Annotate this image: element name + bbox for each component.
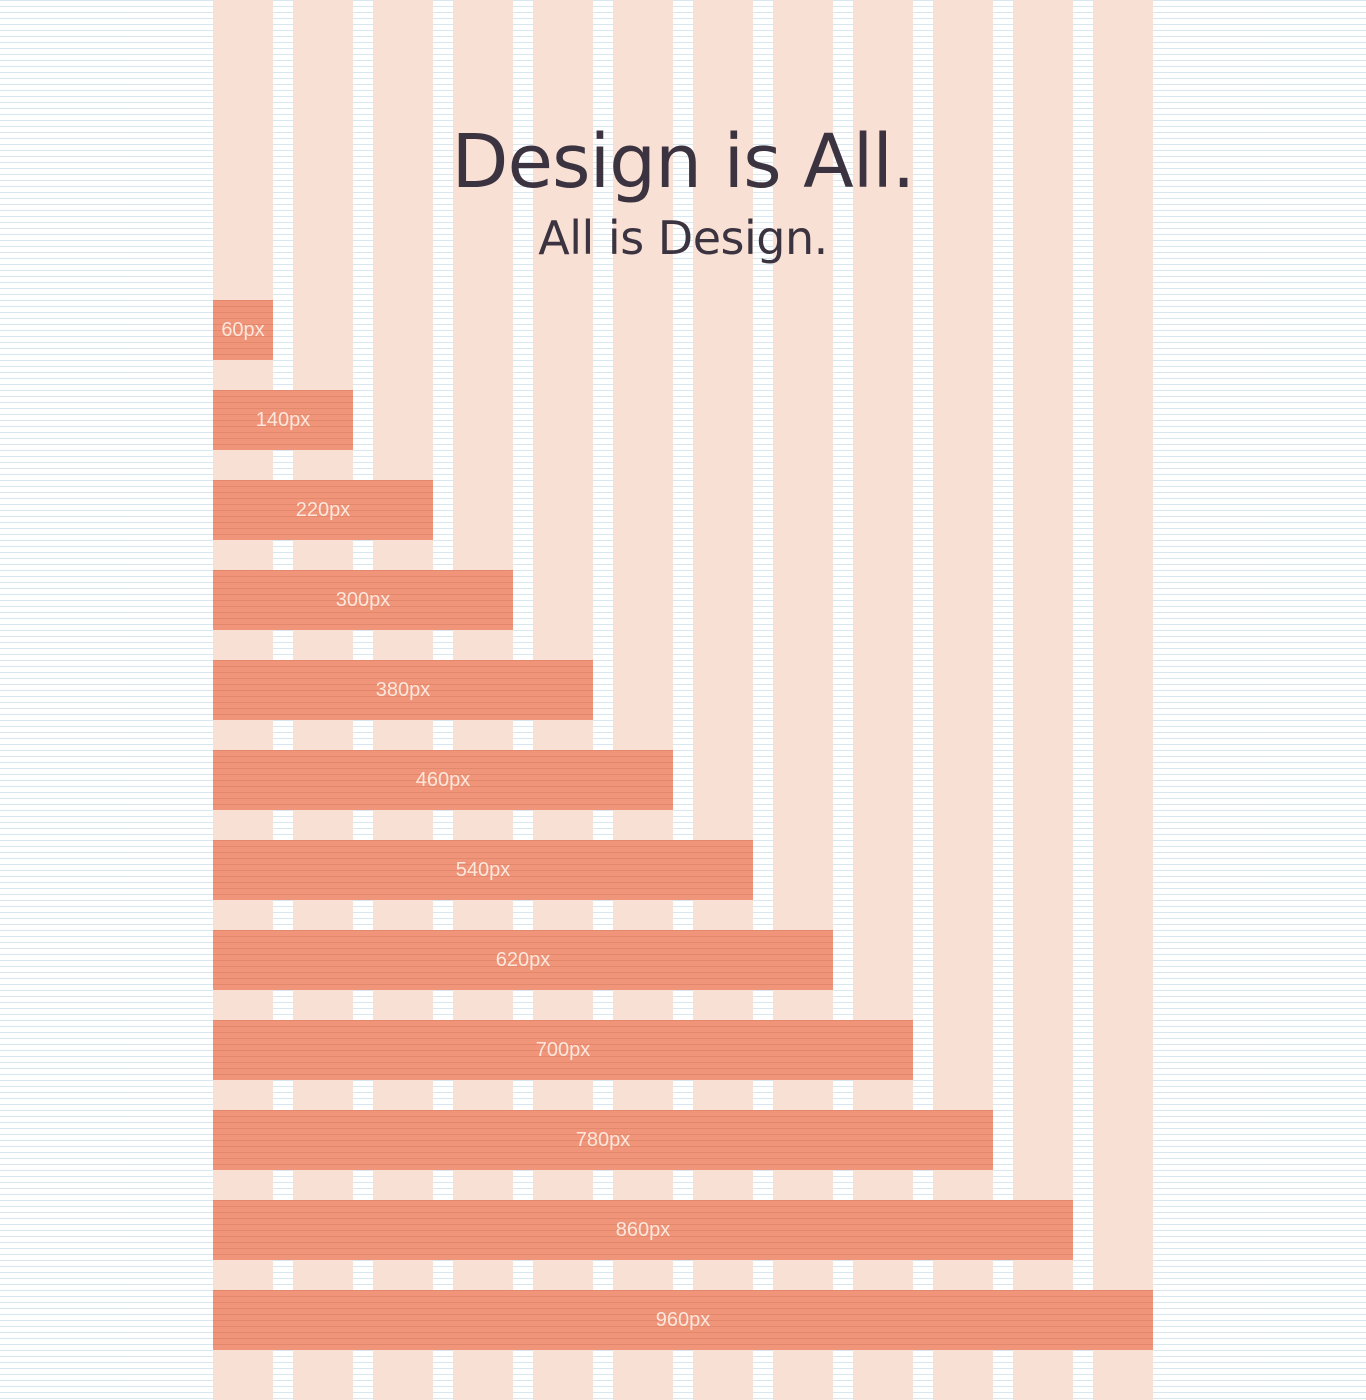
width-bar: 960px <box>213 1290 1153 1350</box>
width-bar-label: 300px <box>335 588 391 611</box>
width-bar: 60px <box>213 300 273 360</box>
width-bar: 780px <box>213 1110 993 1170</box>
width-bar: 700px <box>213 1020 913 1080</box>
width-bar-label: 220px <box>295 498 351 521</box>
width-bar-label: 60px <box>221 318 265 341</box>
width-bar-label: 620px <box>495 948 551 971</box>
width-bar: 300px <box>213 570 513 630</box>
width-bar: 140px <box>213 390 353 450</box>
headline: Design is All. All is Design. <box>213 116 1153 268</box>
width-bar: 540px <box>213 840 753 900</box>
width-bar: 220px <box>213 480 433 540</box>
width-bar-label: 540px <box>455 858 511 881</box>
width-bar: 620px <box>213 930 833 990</box>
width-bar: 860px <box>213 1200 1073 1260</box>
width-bar: 380px <box>213 660 593 720</box>
width-bar-label: 960px <box>655 1308 711 1331</box>
width-bar-label: 140px <box>255 408 311 431</box>
page-title: Design is All. <box>451 119 916 205</box>
width-bar: 460px <box>213 750 673 810</box>
page-subtitle: All is Design. <box>538 211 828 265</box>
width-bar-label: 780px <box>575 1128 631 1151</box>
width-bar-label: 700px <box>535 1038 591 1061</box>
width-bar-label: 460px <box>415 768 471 791</box>
width-bar-label: 380px <box>375 678 431 701</box>
width-bar-label: 860px <box>615 1218 671 1241</box>
